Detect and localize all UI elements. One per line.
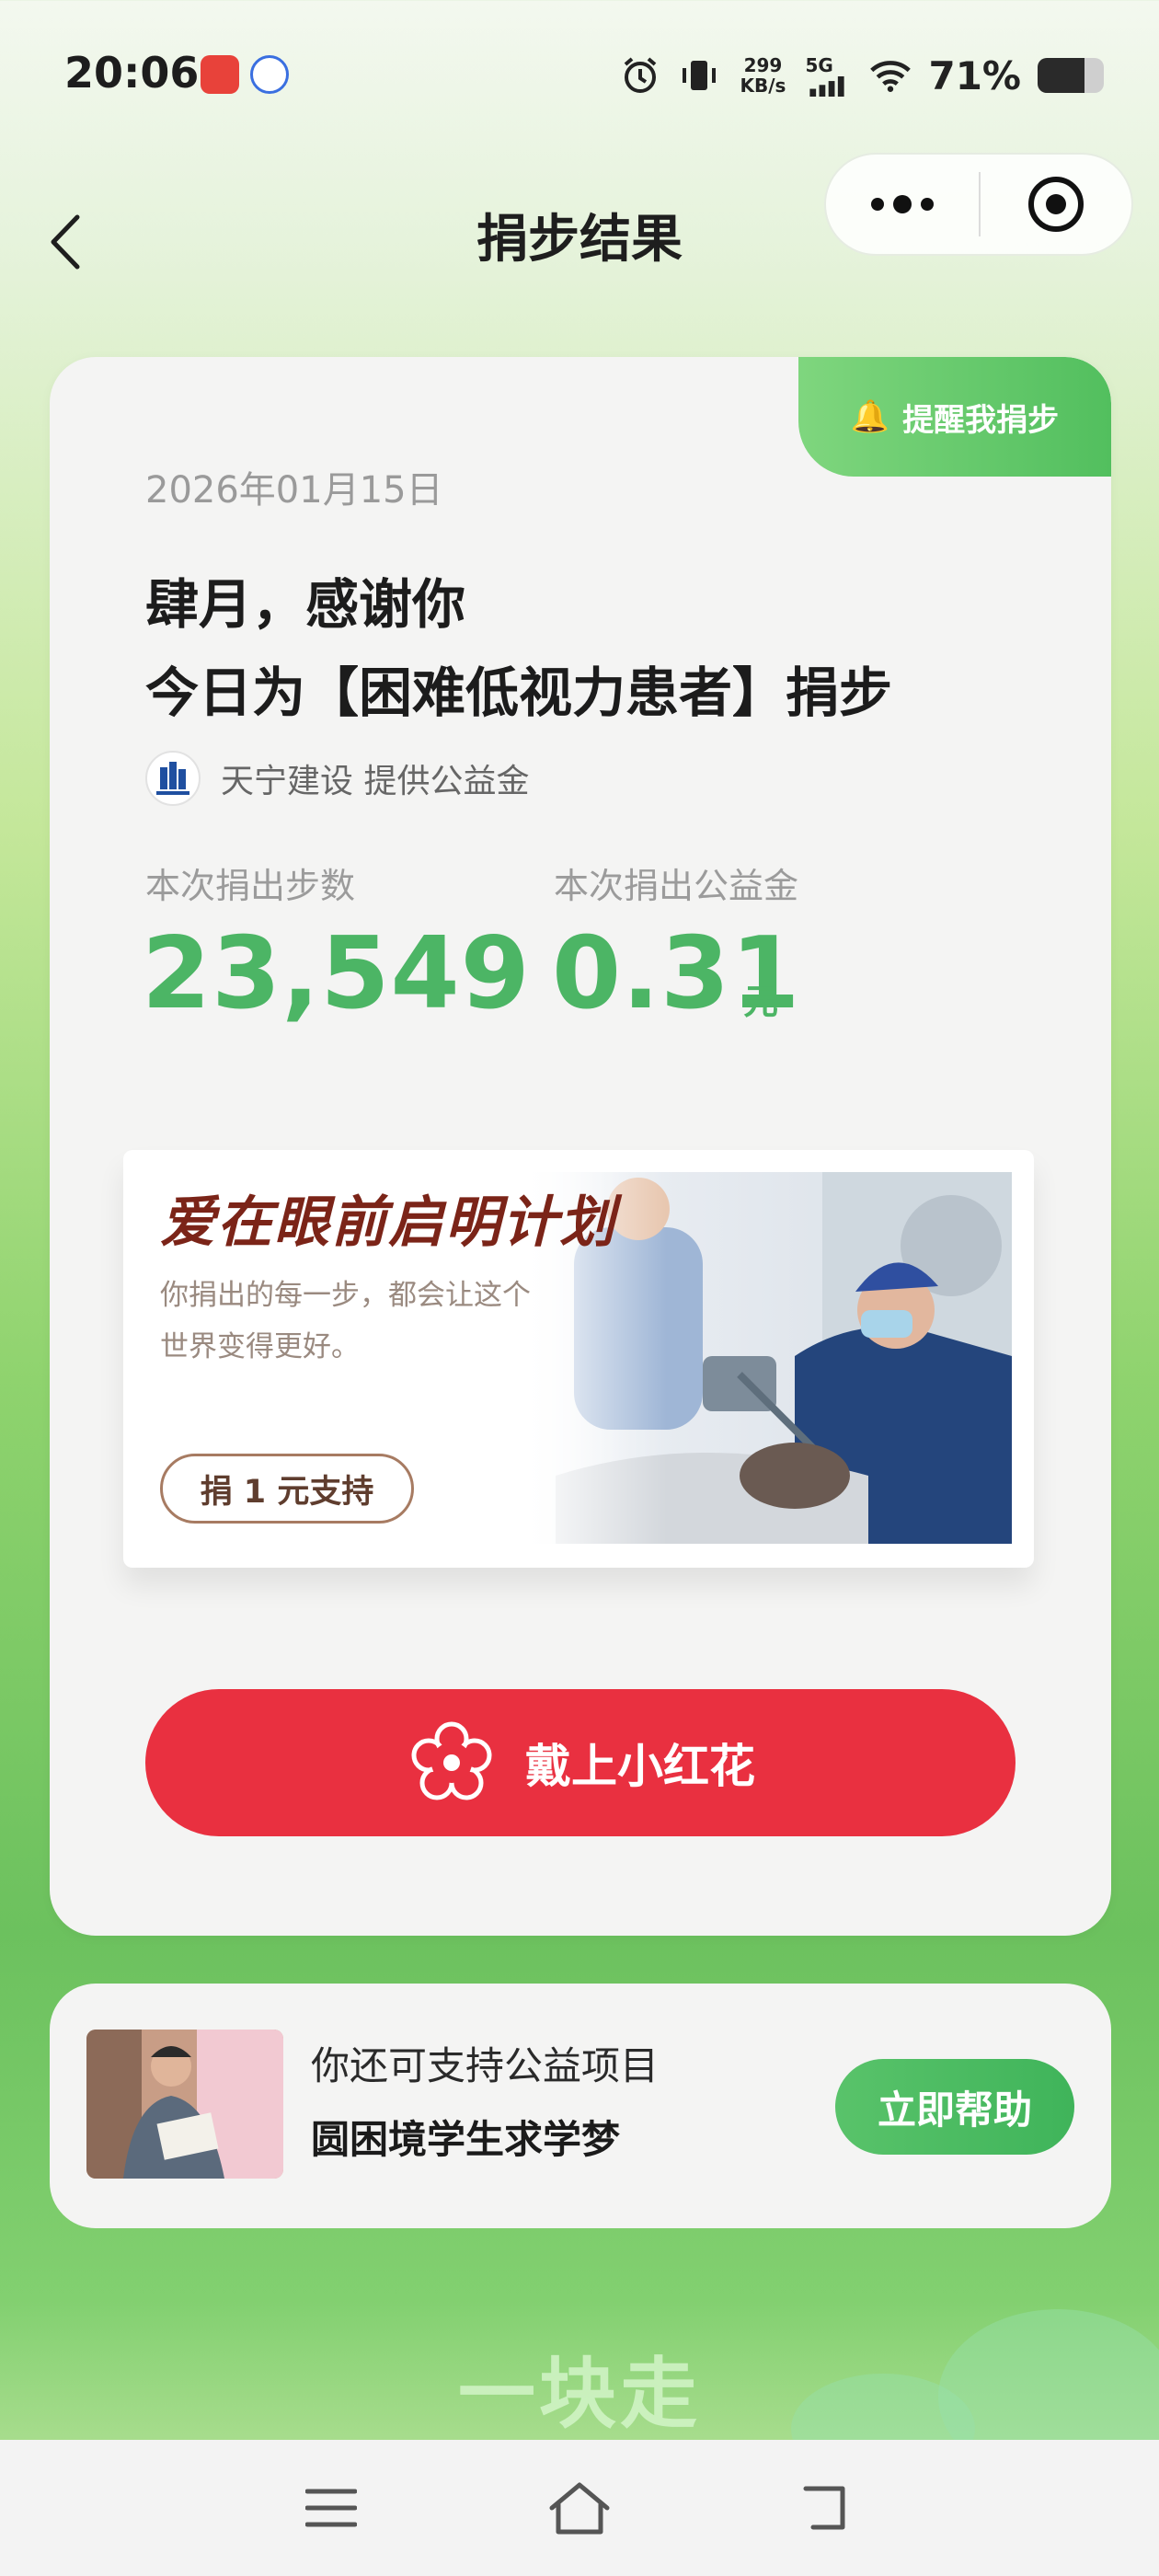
net-speed-value: 299 xyxy=(743,54,783,76)
more-button[interactable] xyxy=(826,155,979,254)
donate-one-yuan-button[interactable]: 捐 1 元支持 xyxy=(160,1454,414,1524)
sponsor-text: 天宁建设 提供公益金 xyxy=(221,763,530,800)
status-time: 20:06 xyxy=(64,48,200,98)
back-arrow-icon xyxy=(803,2486,845,2530)
slogan: 一块走 xyxy=(457,2349,701,2439)
remind-me-label: 提醒我捐步 xyxy=(902,401,1060,439)
support-more-label: 你还可支持公益项目 xyxy=(311,2043,660,2088)
project-banner[interactable]: 爱在眼前启明计划 你捐出的每一步，都会让这个世界变得更好。 捐 1 元支持 xyxy=(123,1150,1034,1568)
menu-button[interactable] xyxy=(299,2476,363,2540)
cell-signal-icon: 5G xyxy=(805,54,853,97)
net-type: 5G xyxy=(805,54,833,76)
bell-icon: 🔔 xyxy=(850,398,890,435)
more-dots-icon xyxy=(893,195,912,213)
fund-label: 本次捐出公益金 xyxy=(554,866,799,906)
menu-icon xyxy=(305,2489,357,2527)
steps-label: 本次捐出步数 xyxy=(145,866,356,906)
fund-unit: 元 xyxy=(743,982,779,1022)
banner-description: 你捐出的每一步，都会让这个世界变得更好。 xyxy=(160,1279,531,1363)
more-dots-icon xyxy=(921,198,934,211)
status-bar: 20:06 299 KB/s 5G 71% xyxy=(0,0,1159,156)
vibrate-icon xyxy=(678,54,720,97)
wear-red-flower-button[interactable]: 戴上小红花 xyxy=(145,1689,1016,1836)
thanks-heading: 肆月，感谢你 xyxy=(145,573,466,636)
project-name: 圆困境学生求学梦 xyxy=(311,2117,621,2162)
steps-value: 23,549 xyxy=(142,916,531,1031)
sponsor-logo-icon xyxy=(145,751,201,806)
close-miniprogram-button[interactable] xyxy=(981,174,1131,235)
back-nav-button[interactable] xyxy=(796,2476,860,2540)
recommended-project-card[interactable]: 你还可支持公益项目 圆困境学生求学梦 立即帮助 xyxy=(50,1984,1111,2228)
home-button[interactable] xyxy=(547,2476,612,2540)
wifi-icon xyxy=(869,54,912,97)
sponsor-info: 天宁建设 提供公益金 xyxy=(145,751,529,806)
remind-me-button[interactable]: 🔔 提醒我捐步 xyxy=(798,357,1111,477)
battery-percent: 71% xyxy=(928,52,1021,98)
wear-red-flower-label: 戴上小红花 xyxy=(525,1740,755,1793)
net-speed: 299 KB/s xyxy=(737,55,788,96)
alarm-icon xyxy=(619,54,661,97)
more-dots-icon xyxy=(871,198,884,211)
project-photo xyxy=(86,2030,283,2179)
home-icon xyxy=(549,2482,610,2535)
help-now-button[interactable]: 立即帮助 xyxy=(835,2059,1074,2155)
donation-result-card: 🔔 提醒我捐步 2026年01月15日 肆月，感谢你 今日为【困难低视力患者】捐… xyxy=(50,357,1111,1936)
miniprogram-capsule xyxy=(824,153,1133,256)
target-close-icon xyxy=(1028,177,1084,232)
system-navigation-bar xyxy=(0,2440,1159,2576)
banner-title: 爱在眼前启明计划 xyxy=(160,1190,616,1255)
donation-date: 2026年01月15日 xyxy=(145,469,443,512)
app-notification-icon xyxy=(250,55,289,94)
app-notification-icon xyxy=(201,55,239,94)
flower-icon xyxy=(411,1721,492,1800)
donation-cause-heading: 今日为【困难低视力患者】捐步 xyxy=(145,661,893,724)
battery-level xyxy=(1038,58,1085,93)
battery-icon xyxy=(1038,58,1104,93)
status-indicators: 299 KB/s 5G 71% xyxy=(619,48,1104,103)
net-speed-unit: KB/s xyxy=(740,75,786,97)
